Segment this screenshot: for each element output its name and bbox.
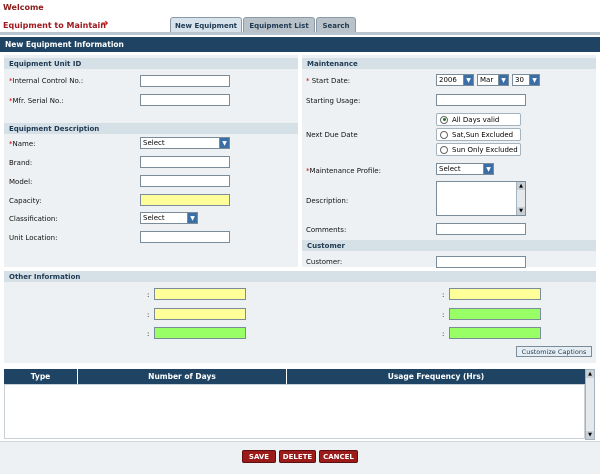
custom-field-3[interactable] bbox=[154, 327, 246, 339]
serial-input[interactable] bbox=[140, 94, 230, 106]
radio-sun-only[interactable]: Sun Only Excluded bbox=[436, 143, 521, 156]
custom-colon: : bbox=[147, 330, 150, 338]
delete-button[interactable]: DELETE bbox=[279, 450, 316, 463]
model-label: Model: bbox=[9, 178, 33, 186]
profile-label: *Maintenance Profile: bbox=[306, 167, 381, 175]
name-label: *Name: bbox=[9, 140, 36, 148]
column-type[interactable]: Type bbox=[4, 369, 78, 384]
customer-input[interactable] bbox=[436, 256, 526, 268]
chevron-down-icon: ▼ bbox=[219, 138, 229, 148]
custom-colon: : bbox=[147, 311, 150, 319]
next-due-label: Next Due Date bbox=[306, 131, 358, 139]
internal-control-label: *Internal Control No.: bbox=[9, 77, 84, 85]
custom-field-6[interactable] bbox=[449, 327, 541, 339]
profile-select[interactable]: Select ▼ bbox=[436, 163, 494, 175]
custom-colon: : bbox=[442, 311, 445, 319]
chevron-down-icon: ▼ bbox=[187, 213, 197, 223]
custom-colon: : bbox=[442, 291, 445, 299]
classification-select[interactable]: Select ▼ bbox=[140, 212, 198, 224]
serial-label: *Mfr. Serial No.: bbox=[9, 97, 64, 105]
column-usage[interactable]: Usage Frequency (Hrs) bbox=[287, 369, 585, 384]
cancel-button[interactable]: CANCEL bbox=[319, 450, 358, 463]
scroll-up-icon[interactable]: ▲ bbox=[517, 182, 525, 190]
tab-underline bbox=[0, 32, 600, 35]
welcome-text: Welcome bbox=[3, 3, 44, 12]
tab-equipment-list[interactable]: Equipment List bbox=[243, 17, 315, 33]
location-label: Unit Location: bbox=[9, 234, 58, 242]
custom-field-4[interactable] bbox=[449, 288, 541, 300]
grid-body bbox=[4, 384, 585, 439]
page-title: Equipment to Maintain bbox=[3, 21, 106, 30]
form-header: New Equipment Information bbox=[0, 37, 600, 52]
name-select[interactable]: Select ▼ bbox=[140, 137, 230, 149]
capacity-label: Capacity: bbox=[9, 197, 42, 205]
arrow-right-icon[interactable]: ➔ bbox=[101, 19, 109, 29]
tab-new-equipment[interactable]: New Equipment bbox=[170, 17, 242, 33]
customize-captions-button[interactable]: Customize Captions bbox=[516, 346, 592, 357]
year-select[interactable]: 2006 ▼ bbox=[436, 74, 474, 86]
usage-input[interactable] bbox=[436, 94, 526, 106]
radio-sat-sun[interactable]: Sat,Sun Excluded bbox=[436, 128, 521, 141]
scroll-down-icon[interactable]: ▼ bbox=[517, 207, 525, 215]
chevron-down-icon: ▼ bbox=[529, 75, 539, 85]
custom-colon: : bbox=[442, 330, 445, 338]
capacity-input[interactable] bbox=[140, 194, 230, 206]
column-days[interactable]: Number of Days bbox=[78, 369, 287, 384]
save-button[interactable]: SAVE bbox=[242, 450, 276, 463]
section-customer: Customer bbox=[302, 240, 596, 251]
section-maintenance: Maintenance bbox=[302, 58, 596, 69]
chevron-down-icon: ▼ bbox=[483, 164, 493, 174]
section-other: Other Information bbox=[4, 271, 596, 282]
day-select[interactable]: 30 ▼ bbox=[512, 74, 540, 86]
radio-icon bbox=[440, 115, 448, 124]
scroll-up-icon[interactable]: ▲ bbox=[586, 370, 594, 378]
custom-colon: : bbox=[147, 291, 150, 299]
description-textarea[interactable]: ▲ ▼ bbox=[436, 181, 526, 216]
internal-control-input[interactable] bbox=[140, 75, 230, 87]
description-label: Description: bbox=[306, 197, 349, 205]
radio-all-days[interactable]: All Days valid bbox=[436, 113, 521, 126]
radio-icon bbox=[440, 130, 448, 139]
month-select[interactable]: Mar ▼ bbox=[477, 74, 509, 86]
textarea-scrollbar[interactable]: ▲ ▼ bbox=[516, 182, 525, 215]
start-date-label: * Start Date: bbox=[306, 77, 351, 85]
section-description: Equipment Description bbox=[4, 123, 298, 134]
custom-field-5[interactable] bbox=[449, 308, 541, 320]
chevron-down-icon: ▼ bbox=[498, 75, 508, 85]
tab-search[interactable]: Search bbox=[316, 17, 356, 33]
comments-input[interactable] bbox=[436, 223, 526, 235]
chevron-down-icon: ▼ bbox=[463, 75, 473, 85]
scroll-down-icon[interactable]: ▼ bbox=[586, 431, 594, 439]
section-unit-id: Equipment Unit ID bbox=[4, 58, 298, 69]
right-panel bbox=[302, 55, 596, 267]
usage-label: Starting Usage: bbox=[306, 97, 361, 105]
brand-label: Brand: bbox=[9, 159, 33, 167]
grid-header: Type Number of Days Usage Frequency (Hrs… bbox=[4, 369, 585, 384]
location-input[interactable] bbox=[140, 231, 230, 243]
custom-field-2[interactable] bbox=[154, 308, 246, 320]
customer-label: Customer: bbox=[306, 258, 343, 266]
model-input[interactable] bbox=[140, 175, 230, 187]
radio-icon bbox=[440, 145, 448, 154]
brand-input[interactable] bbox=[140, 156, 230, 168]
classification-label: Classification: bbox=[9, 215, 58, 223]
comments-label: Comments: bbox=[306, 226, 347, 234]
grid-scrollbar[interactable]: ▲ ▼ bbox=[585, 369, 595, 440]
custom-field-1[interactable] bbox=[154, 288, 246, 300]
